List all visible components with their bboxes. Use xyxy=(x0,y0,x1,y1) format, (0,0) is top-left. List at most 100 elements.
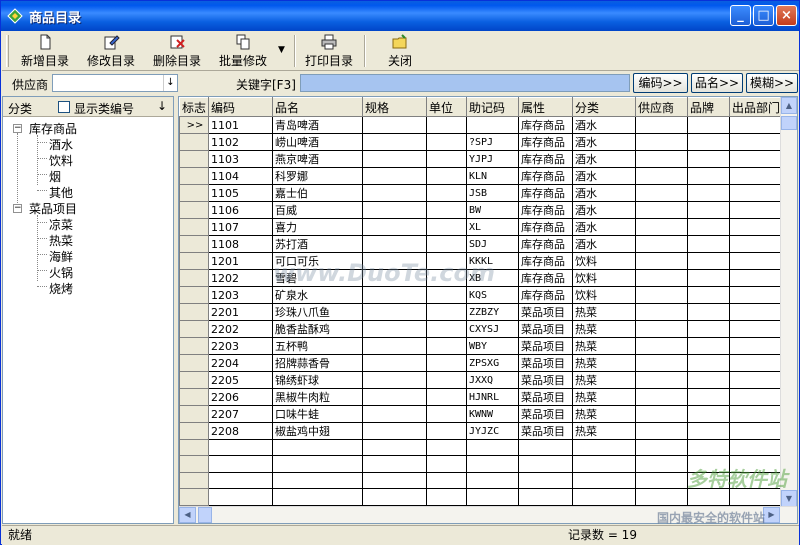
batch-edit-button[interactable]: 批量修改 xyxy=(214,33,272,69)
table-cell[interactable]: 热菜 xyxy=(572,405,636,423)
table-cell[interactable] xyxy=(687,303,730,321)
tree-node-other[interactable]: 其他 xyxy=(49,184,73,201)
row-indicator[interactable] xyxy=(179,184,209,202)
row-indicator[interactable] xyxy=(179,371,209,389)
scroll-right-icon[interactable]: ▶ xyxy=(763,507,780,523)
table-cell[interactable]: BW xyxy=(466,201,519,219)
toolbar-grip[interactable] xyxy=(6,35,9,67)
table-cell[interactable] xyxy=(729,116,782,134)
table-cell[interactable] xyxy=(729,150,782,168)
table-cell[interactable]: 珍珠八爪鱼 xyxy=(272,303,363,321)
table-cell[interactable]: 1108 xyxy=(208,235,273,253)
table-cell[interactable]: 2202 xyxy=(208,320,273,338)
table-cell[interactable]: 菜品项目 xyxy=(518,303,573,321)
table-cell[interactable] xyxy=(362,133,427,151)
table-cell[interactable]: 菜品项目 xyxy=(518,371,573,389)
table-cell[interactable] xyxy=(426,488,467,506)
table-cell[interactable]: XL xyxy=(466,218,519,236)
table-cell[interactable] xyxy=(362,371,427,389)
tree-node-cold-dishes[interactable]: 凉菜 xyxy=(49,216,73,233)
table-cell[interactable] xyxy=(362,438,427,457)
table-cell[interactable]: 1202 xyxy=(208,269,273,287)
table-cell[interactable]: JSB xyxy=(466,184,519,202)
table-cell[interactable]: 酒水 xyxy=(572,201,636,219)
table-row[interactable]: >> 1101 青岛啤酒 库存商品 酒水 xyxy=(179,116,782,134)
table-cell[interactable]: 菜品项目 xyxy=(518,354,573,372)
row-indicator[interactable] xyxy=(179,438,209,457)
table-row[interactable]: 2204 招牌蒜香骨 ZPSXG 菜品项目 热菜 xyxy=(179,354,782,372)
table-cell[interactable]: 库存商品 xyxy=(518,286,573,304)
table-cell[interactable] xyxy=(272,455,363,473)
row-indicator[interactable] xyxy=(179,337,209,355)
table-cell[interactable] xyxy=(426,116,467,134)
title-bar[interactable]: 商品目录 _ □ × xyxy=(1,1,799,31)
table-cell[interactable] xyxy=(635,371,688,389)
table-cell[interactable]: 库存商品 xyxy=(518,201,573,219)
collapse-toggle-icon[interactable]: − xyxy=(13,204,22,213)
column-header[interactable]: 属性 xyxy=(518,97,573,117)
scroll-up-icon[interactable]: ▲ xyxy=(781,97,797,114)
row-indicator[interactable] xyxy=(179,235,209,253)
table-cell[interactable]: 招牌蒜香骨 xyxy=(272,354,363,372)
supplier-select[interactable]: ↓ xyxy=(52,74,178,92)
show-code-checkbox[interactable] xyxy=(58,101,70,113)
column-header[interactable]: 分类 xyxy=(572,97,636,117)
table-cell[interactable] xyxy=(208,488,273,506)
table-cell[interactable] xyxy=(518,471,573,490)
table-cell[interactable] xyxy=(635,438,688,457)
table-cell[interactable]: 库存商品 xyxy=(518,218,573,236)
table-cell[interactable]: 热菜 xyxy=(572,354,636,372)
table-cell[interactable] xyxy=(362,150,427,168)
table-row[interactable]: 2203 五杯鸭 WBY 菜品项目 热菜 xyxy=(179,337,782,355)
table-cell[interactable] xyxy=(362,405,427,423)
row-indicator[interactable] xyxy=(179,218,209,236)
table-cell[interactable] xyxy=(426,218,467,236)
table-cell[interactable]: 1203 xyxy=(208,286,273,304)
table-row[interactable]: 1102 崂山啤酒 ?SPJ 库存商品 酒水 xyxy=(179,133,782,151)
table-cell[interactable] xyxy=(687,388,730,406)
row-indicator[interactable] xyxy=(179,354,209,372)
table-cell[interactable] xyxy=(362,303,427,321)
table-cell[interactable]: 库存商品 xyxy=(518,150,573,168)
table-cell[interactable]: YJPJ xyxy=(466,150,519,168)
tree-node-beverages[interactable]: 饮料 xyxy=(49,152,73,169)
table-cell[interactable] xyxy=(362,286,427,304)
table-cell[interactable]: 菜品项目 xyxy=(518,337,573,355)
table-cell[interactable]: 五杯鸭 xyxy=(272,337,363,355)
table-cell[interactable] xyxy=(729,438,782,457)
table-cell[interactable] xyxy=(426,455,467,473)
table-cell[interactable]: 库存商品 xyxy=(518,133,573,151)
table-cell[interactable] xyxy=(362,471,427,490)
table-cell[interactable]: 饮料 xyxy=(572,286,636,304)
table-cell[interactable] xyxy=(362,422,427,440)
table-cell[interactable] xyxy=(426,405,467,423)
table-cell[interactable] xyxy=(687,235,730,253)
table-cell[interactable] xyxy=(687,269,730,287)
table-row[interactable]: 1106 百威 BW 库存商品 酒水 xyxy=(179,201,782,219)
table-cell[interactable] xyxy=(466,116,519,134)
row-indicator[interactable] xyxy=(179,303,209,321)
table-row-empty[interactable] xyxy=(179,438,782,457)
table-cell[interactable] xyxy=(635,252,688,270)
table-cell[interactable] xyxy=(572,455,636,473)
close-button[interactable]: 关闭 xyxy=(374,33,426,69)
table-cell[interactable] xyxy=(518,438,573,457)
row-indicator[interactable] xyxy=(179,320,209,338)
table-cell[interactable] xyxy=(518,488,573,506)
table-cell[interactable] xyxy=(272,438,363,457)
table-cell[interactable]: 1101 xyxy=(208,116,273,134)
table-row[interactable]: 1104 科罗娜 KLN 库存商品 酒水 xyxy=(179,167,782,185)
table-cell[interactable] xyxy=(362,455,427,473)
table-cell[interactable] xyxy=(635,269,688,287)
table-cell[interactable]: 1104 xyxy=(208,167,273,185)
table-cell[interactable] xyxy=(635,150,688,168)
table-cell[interactable]: 2208 xyxy=(208,422,273,440)
table-cell[interactable]: ZPSXG xyxy=(466,354,519,372)
table-cell[interactable] xyxy=(635,320,688,338)
table-cell[interactable]: 2205 xyxy=(208,371,273,389)
table-cell[interactable] xyxy=(687,438,730,457)
edit-catalog-button[interactable]: 修改目录 xyxy=(82,33,140,69)
print-catalog-button[interactable]: 打印目录 xyxy=(300,33,358,69)
table-cell[interactable]: 热菜 xyxy=(572,388,636,406)
table-cell[interactable] xyxy=(466,438,519,457)
